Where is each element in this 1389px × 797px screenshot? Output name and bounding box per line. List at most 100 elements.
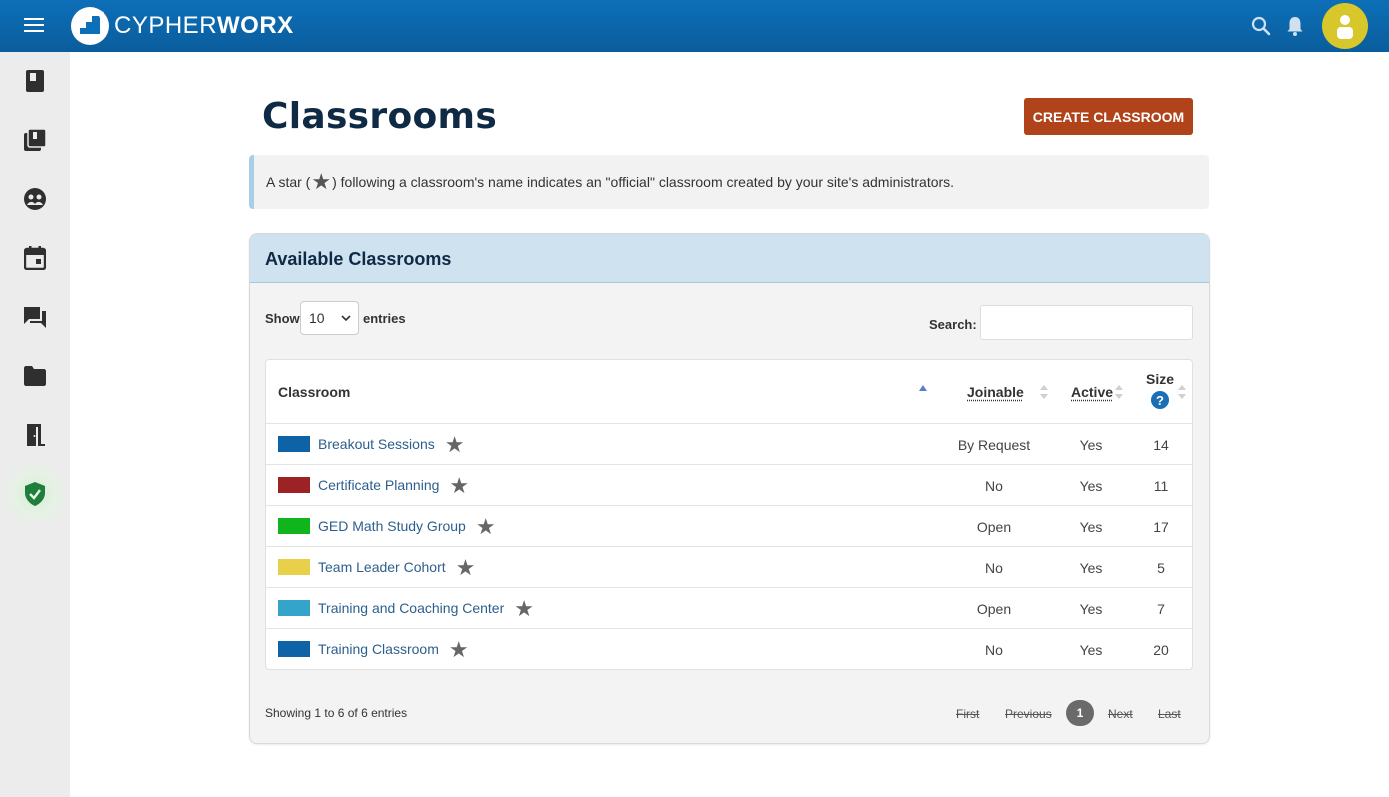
sidebar-item-messages[interactable] bbox=[0, 288, 70, 346]
table-row[interactable]: Certificate Planning ★ No Yes 11 bbox=[266, 465, 1192, 506]
entries-label: entries bbox=[363, 311, 406, 326]
bell-icon[interactable] bbox=[1283, 14, 1307, 38]
panel-title: Available Classrooms bbox=[265, 249, 452, 269]
classroom-name-link[interactable]: Team Leader Cohort ★ bbox=[318, 555, 476, 580]
sidebar-item-community[interactable] bbox=[0, 170, 70, 228]
classroom-name-link[interactable]: Training Classroom ★ bbox=[318, 637, 469, 662]
active-cell: Yes bbox=[1079, 519, 1103, 535]
book-icon bbox=[26, 70, 44, 92]
size-cell: 20 bbox=[1153, 642, 1169, 658]
active-cell: Yes bbox=[1079, 437, 1103, 453]
active-cell: Yes bbox=[1079, 560, 1103, 576]
joinable-cell: Open bbox=[976, 601, 1012, 617]
entries-per-page-value: 10 bbox=[309, 310, 325, 326]
logo[interactable]: CYPHERWORX bbox=[70, 6, 294, 46]
show-label: Show bbox=[265, 311, 300, 326]
pagination-first[interactable]: First bbox=[956, 707, 979, 721]
classroom-name-link[interactable]: Breakout Sessions ★ bbox=[318, 432, 465, 457]
star-icon: ★ bbox=[514, 596, 534, 621]
search-label: Search: bbox=[929, 317, 977, 332]
page-title: Classrooms bbox=[262, 96, 498, 137]
classroom-name-link[interactable]: GED Math Study Group ★ bbox=[318, 514, 496, 539]
showing-entries-text: Showing 1 to 6 of 6 entries bbox=[265, 706, 408, 720]
size-cell: 5 bbox=[1157, 560, 1165, 576]
sort-icon[interactable] bbox=[1114, 384, 1124, 400]
exit-door-icon bbox=[27, 424, 45, 446]
shield-check-icon bbox=[25, 482, 45, 506]
sidebar-item-files[interactable] bbox=[0, 347, 70, 405]
user-icon bbox=[1337, 15, 1353, 39]
star-icon: ★ bbox=[444, 432, 465, 457]
entries-per-page-select[interactable]: 10 bbox=[300, 301, 359, 335]
pagination-last[interactable]: Last bbox=[1158, 707, 1181, 721]
active-cell: Yes bbox=[1079, 642, 1103, 658]
column-header-size[interactable]: Size bbox=[1146, 371, 1174, 387]
classroom-name: Breakout Sessions bbox=[318, 436, 435, 452]
joinable-cell: No bbox=[985, 642, 1003, 658]
chat-icon bbox=[24, 307, 46, 328]
size-cell: 7 bbox=[1157, 601, 1165, 617]
note-text-after: ) following a classroom's name indicates… bbox=[332, 174, 955, 190]
community-icon bbox=[24, 188, 46, 210]
sort-icon[interactable] bbox=[1177, 384, 1187, 400]
classroom-name-link[interactable]: Certificate Planning ★ bbox=[318, 473, 470, 498]
classroom-name: Training Classroom bbox=[318, 641, 439, 657]
search-icon[interactable] bbox=[1249, 14, 1273, 38]
sidebar-item-courses[interactable] bbox=[0, 52, 70, 110]
star-icon: ★ bbox=[449, 473, 470, 498]
library-icon bbox=[24, 128, 47, 151]
column-header-active[interactable]: Active bbox=[1071, 384, 1113, 400]
search-input[interactable] bbox=[980, 305, 1193, 340]
official-classroom-note: A star (★) following a classroom's name … bbox=[249, 155, 1209, 209]
pagination-next[interactable]: Next bbox=[1108, 707, 1133, 721]
menu-icon[interactable] bbox=[20, 14, 48, 38]
calendar-icon bbox=[24, 246, 46, 270]
cypherworx-logo-icon bbox=[71, 7, 109, 45]
classroom-color-swatch bbox=[278, 600, 310, 616]
table-row[interactable]: GED Math Study Group ★ Open Yes 17 bbox=[266, 506, 1192, 547]
sidebar-item-library[interactable] bbox=[0, 111, 70, 169]
chevron-down-icon bbox=[341, 315, 351, 322]
column-header-joinable[interactable]: Joinable bbox=[967, 384, 1024, 400]
classroom-name: Certificate Planning bbox=[318, 477, 440, 493]
star-icon: ★ bbox=[455, 555, 476, 580]
active-cell: Yes bbox=[1079, 478, 1103, 494]
sidebar bbox=[0, 52, 70, 797]
sidebar-item-classrooms[interactable] bbox=[0, 406, 70, 464]
create-classroom-button[interactable]: CREATE CLASSROOM bbox=[1024, 98, 1193, 135]
classroom-color-swatch bbox=[278, 518, 310, 534]
pagination-current-page[interactable]: 1 bbox=[1066, 700, 1094, 726]
classroom-color-swatch bbox=[278, 641, 310, 657]
sort-icon[interactable] bbox=[1039, 384, 1049, 400]
folder-icon bbox=[24, 366, 46, 386]
size-cell: 17 bbox=[1153, 519, 1169, 535]
classroom-name-link[interactable]: Training and Coaching Center ★ bbox=[318, 596, 534, 621]
table-row[interactable]: Training Classroom ★ No Yes 20 bbox=[266, 629, 1192, 670]
sidebar-item-calendar[interactable] bbox=[0, 229, 70, 287]
size-cell: 14 bbox=[1153, 437, 1169, 453]
star-icon: ★ bbox=[448, 637, 469, 662]
joinable-cell: Open bbox=[976, 519, 1012, 535]
logo-text: CYPHERWORX bbox=[114, 12, 294, 39]
table-row[interactable]: Training and Coaching Center ★ Open Yes 7 bbox=[266, 588, 1192, 629]
sort-ascending-icon[interactable] bbox=[918, 384, 928, 392]
active-cell: Yes bbox=[1079, 601, 1103, 617]
top-bar: CYPHERWORX bbox=[0, 0, 1389, 52]
size-cell: 11 bbox=[1153, 478, 1169, 494]
pagination-previous[interactable]: Previous bbox=[1005, 707, 1052, 721]
table-row[interactable]: Team Leader Cohort ★ No Yes 5 bbox=[266, 547, 1192, 588]
table-row[interactable]: Breakout Sessions ★ By Request Yes 14 bbox=[266, 424, 1192, 465]
joinable-cell: No bbox=[985, 478, 1003, 494]
classroom-name: GED Math Study Group bbox=[318, 518, 466, 534]
sidebar-item-admin[interactable] bbox=[0, 465, 70, 523]
joinable-cell: By Request bbox=[957, 437, 1031, 453]
help-icon[interactable]: ? bbox=[1151, 391, 1169, 409]
star-icon: ★ bbox=[475, 514, 496, 539]
classroom-color-swatch bbox=[278, 436, 310, 452]
column-header-classroom[interactable]: Classroom bbox=[278, 384, 350, 400]
note-text-before: A star ( bbox=[266, 174, 311, 190]
panel-header: Available Classrooms bbox=[250, 234, 1209, 283]
classroom-name: Training and Coaching Center bbox=[318, 600, 505, 616]
star-icon: ★ bbox=[311, 169, 332, 194]
avatar[interactable] bbox=[1322, 3, 1368, 49]
